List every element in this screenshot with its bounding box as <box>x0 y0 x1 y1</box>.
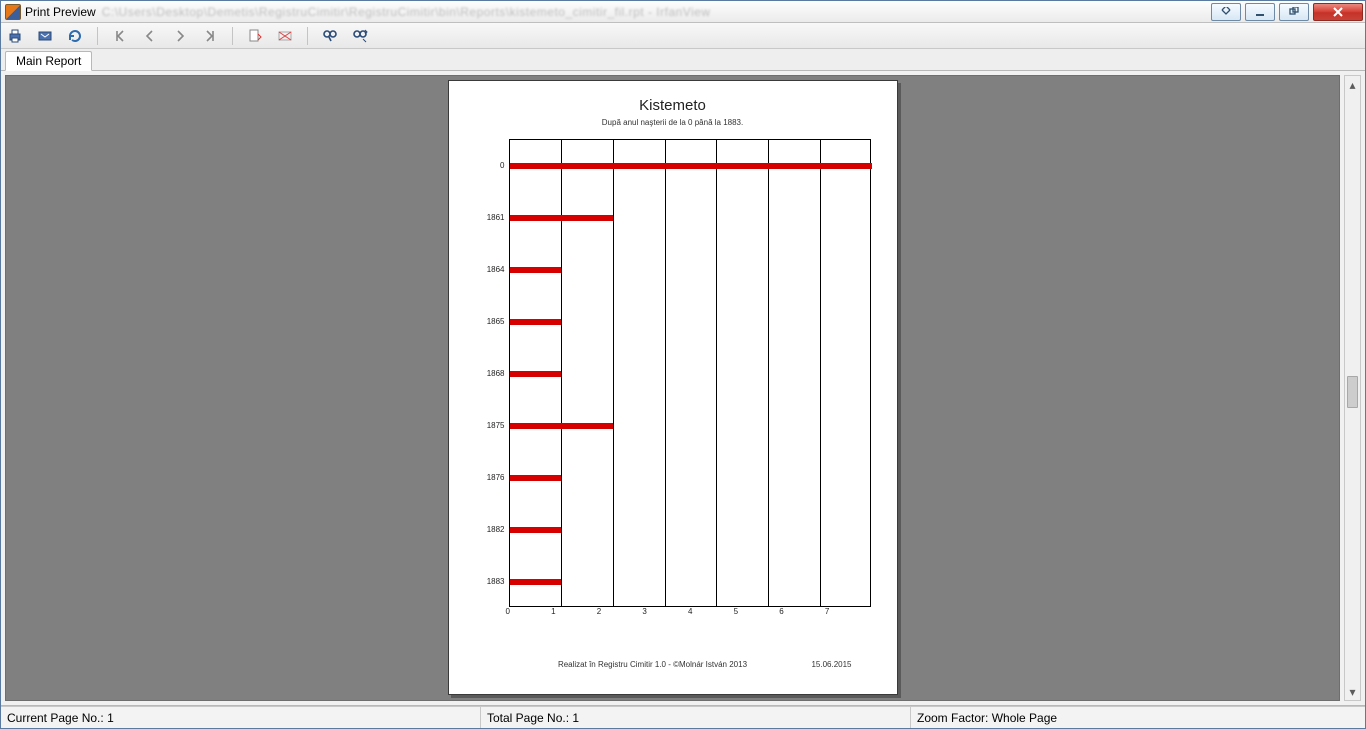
chart: 018611864186518681875187618821883 <box>475 139 871 607</box>
chart-x-tick: 4 <box>688 607 734 616</box>
report-title: Kistemeto <box>639 97 706 114</box>
status-total-page-value: 1 <box>572 711 579 725</box>
dropdown-button[interactable] <box>1211 3 1241 21</box>
chart-bar <box>510 163 872 169</box>
print-icon[interactable] <box>7 28 23 44</box>
report-subtitle: După anul naşterii de la 0 până la 1883. <box>602 118 743 127</box>
chart-bar <box>510 319 562 325</box>
tab-main-report[interactable]: Main Report <box>5 51 92 71</box>
chart-bar <box>510 215 613 221</box>
chart-x-tick: 2 <box>597 607 643 616</box>
close-button[interactable] <box>1313 3 1363 21</box>
last-page-icon[interactable] <box>202 28 218 44</box>
report-credit: Realizat în Registru Cimitir 1.0 - ©Moln… <box>558 660 747 669</box>
toolbar <box>1 23 1365 49</box>
chart-bar <box>510 527 562 533</box>
chart-x-tick: 0 <box>506 607 552 616</box>
chart-gridline <box>716 140 717 606</box>
chart-bar <box>510 423 613 429</box>
chart-x-tick: 6 <box>779 607 825 616</box>
chart-y-tick: 1875 <box>475 399 509 451</box>
chart-plot-area <box>509 139 871 607</box>
chart-bar <box>510 371 562 377</box>
chart-y-tick: 1883 <box>475 555 509 607</box>
chart-x-tick: 5 <box>734 607 780 616</box>
goto-page-icon[interactable] <box>247 28 263 44</box>
toolbar-separator <box>232 27 233 45</box>
chart-gridline <box>820 140 821 606</box>
find-icon[interactable] <box>322 28 338 44</box>
statusbar: Current Page No.: 1 Total Page No.: 1 Zo… <box>1 706 1365 728</box>
maximize-button[interactable] <box>1279 3 1309 21</box>
scroll-up-icon[interactable]: ▴ <box>1345 76 1360 93</box>
status-zoom-label: Zoom Factor: <box>917 711 988 725</box>
app-icon <box>5 4 21 20</box>
toolbar-separator <box>307 27 308 45</box>
chart-y-tick: 1865 <box>475 295 509 347</box>
chart-y-tick: 0 <box>475 139 509 191</box>
app-window: Print Preview C:\Users\Desktop\Demetis\R… <box>0 0 1366 729</box>
chart-y-tick: 1861 <box>475 191 509 243</box>
chart-x-tick: 1 <box>551 607 597 616</box>
chart-y-tick: 1868 <box>475 347 509 399</box>
status-total-page: Total Page No.: 1 <box>481 707 911 728</box>
chart-x-tick: 7 <box>825 607 871 616</box>
chart-x-labels: 01234567 <box>509 607 871 616</box>
chart-gridline <box>561 140 562 606</box>
chart-y-labels: 018611864186518681875187618821883 <box>475 139 509 607</box>
report-date: 15.06.2015 <box>811 660 851 669</box>
chart-gridline <box>665 140 666 606</box>
chart-x-tick: 3 <box>642 607 688 616</box>
report-page: Kistemeto După anul naşterii de la 0 pân… <box>448 80 898 695</box>
minimize-button[interactable] <box>1245 3 1275 21</box>
status-current-page-value: 1 <box>107 711 114 725</box>
chart-gridline <box>613 140 614 606</box>
viewport: Kistemeto După anul naşterii de la 0 pân… <box>1 71 1365 706</box>
chart-y-tick: 1876 <box>475 451 509 503</box>
chart-bar <box>510 475 562 481</box>
report-footer: Realizat în Registru Cimitir 1.0 - ©Moln… <box>449 660 897 669</box>
refresh-icon[interactable] <box>67 28 83 44</box>
status-zoom-value: Whole Page <box>992 711 1057 725</box>
find-options-icon[interactable] <box>352 28 368 44</box>
first-page-icon[interactable] <box>112 28 128 44</box>
scroll-down-icon[interactable]: ▾ <box>1345 683 1360 700</box>
scroll-thumb[interactable] <box>1347 376 1358 408</box>
chart-bar <box>510 579 562 585</box>
vertical-scrollbar[interactable]: ▴ ▾ <box>1344 75 1361 701</box>
toolbar-separator <box>97 27 98 45</box>
chart-bar <box>510 267 562 273</box>
prev-page-icon[interactable] <box>142 28 158 44</box>
titlebar: Print Preview C:\Users\Desktop\Demetis\R… <box>1 1 1365 23</box>
status-zoom: Zoom Factor: Whole Page <box>911 707 1365 728</box>
report-canvas[interactable]: Kistemeto După anul naşterii de la 0 pân… <box>5 75 1340 701</box>
chart-gridline <box>768 140 769 606</box>
chart-y-tick: 1864 <box>475 243 509 295</box>
next-page-icon[interactable] <box>172 28 188 44</box>
status-current-page: Current Page No.: 1 <box>1 707 481 728</box>
chart-y-tick: 1882 <box>475 503 509 555</box>
status-total-page-label: Total Page No.: <box>487 711 569 725</box>
stop-icon[interactable] <box>277 28 293 44</box>
window-title: Print Preview <box>25 5 96 19</box>
tabstrip: Main Report <box>1 49 1365 71</box>
status-current-page-label: Current Page No.: <box>7 711 104 725</box>
export-icon[interactable] <box>37 28 53 44</box>
window-buttons <box>1211 3 1365 21</box>
window-path-blurred: C:\Users\Desktop\Demetis\RegistruCimitir… <box>102 5 711 19</box>
